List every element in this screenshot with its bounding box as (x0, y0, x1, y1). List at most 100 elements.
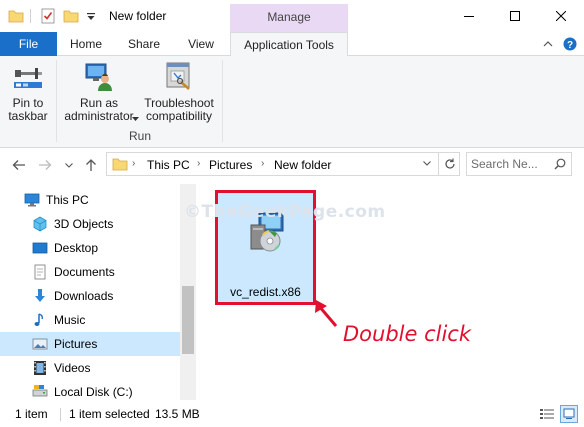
large-icons-view-icon (563, 408, 575, 419)
troubleshoot-compatibility-label: Troubleshoot compatibility (144, 96, 214, 123)
chevron-up-icon (543, 41, 553, 47)
sidebar-item-videos[interactable]: Videos (0, 356, 180, 380)
sidebar-item-pictures[interactable]: Pictures (0, 332, 180, 356)
pin-to-taskbar-button[interactable]: Pin to taskbar (4, 60, 52, 123)
address-bar[interactable]: › This PC › Pictures › New folder (106, 152, 460, 176)
selection-size: 13.5 MB (155, 407, 200, 421)
folder-icon[interactable] (8, 8, 24, 24)
run-as-administrator-button[interactable]: Run as administrator (60, 60, 139, 123)
annotation-label: Double click (343, 322, 472, 346)
selection-count: 1 item selected (69, 407, 150, 421)
maximize-button[interactable] (492, 0, 538, 32)
disk-icon (32, 384, 48, 400)
sidebar-item-music[interactable]: Music (0, 308, 180, 332)
ribbon-group-label: Run (128, 129, 151, 143)
title-bar: New folder Manage (0, 0, 584, 32)
annotation-arrow-icon (315, 300, 338, 327)
properties-check-icon[interactable] (40, 8, 56, 24)
breadcrumb-pictures[interactable]: Pictures (209, 158, 252, 172)
quick-access-divider (30, 9, 31, 23)
tab-file[interactable]: File (0, 32, 57, 56)
close-button[interactable] (538, 0, 584, 32)
collapse-ribbon-button[interactable] (540, 36, 556, 52)
new-folder-icon[interactable] (63, 8, 79, 24)
tab-home[interactable]: Home (60, 32, 112, 56)
run-as-administrator-label: Run as administrator (64, 96, 134, 123)
sidebar-item-label: This PC (46, 193, 89, 207)
status-divider (60, 408, 61, 421)
sidebar-item-label: Documents (54, 265, 115, 279)
sidebar-item-label: Pictures (54, 337, 98, 351)
scrollbar-thumb[interactable] (182, 286, 194, 354)
troubleshoot-icon (163, 60, 195, 92)
arrow-left-icon (12, 160, 25, 170)
cube-icon (32, 216, 48, 232)
item-count: 1 item (15, 407, 48, 421)
breadcrumb-separator-icon[interactable]: › (261, 158, 264, 169)
sidebar-item-desktop[interactable]: Desktop (0, 236, 180, 260)
sidebar-item-label: 3D Objects (54, 217, 114, 231)
address-row: › This PC › Pictures › New folder (0, 148, 584, 181)
help-button[interactable]: ? (562, 36, 578, 52)
ribbon-divider (222, 60, 223, 142)
tab-share[interactable]: Share (118, 32, 170, 56)
desktop-icon (32, 240, 48, 256)
maximize-icon (510, 11, 520, 21)
help-icon: ? (563, 37, 577, 51)
breadcrumb-separator-icon[interactable]: › (197, 158, 200, 169)
status-bar: 1 item 1 item selected 13.5 MB (0, 402, 584, 427)
breadcrumb-new-folder[interactable]: New folder (274, 158, 331, 172)
navigation-pane: This PC 3D Objects Desktop Documents Dow… (0, 184, 196, 400)
folder-icon (112, 157, 128, 174)
large-icons-view-button[interactable] (560, 405, 578, 423)
window-title: New folder (109, 9, 167, 23)
music-note-icon (32, 312, 48, 328)
download-arrow-icon (32, 288, 48, 304)
dropdown-arrow-icon (132, 117, 139, 121)
svg-text:?: ? (567, 40, 573, 51)
pictures-icon (32, 336, 48, 352)
breadcrumb-separator-icon[interactable]: › (132, 158, 135, 169)
watermark: ©TheGeekPage.com (184, 202, 386, 222)
computer-icon (24, 192, 40, 208)
search-box[interactable] (466, 152, 572, 176)
details-view-button[interactable] (538, 405, 556, 423)
address-dropdown-icon[interactable] (423, 158, 431, 168)
sidebar-item-label: Desktop (54, 241, 99, 255)
minimize-button[interactable] (446, 0, 492, 32)
sidebar-item-3d-objects[interactable]: 3D Objects (0, 212, 180, 236)
arrow-up-icon (86, 159, 96, 171)
chevron-down-icon (65, 162, 73, 168)
back-button[interactable] (10, 156, 28, 174)
tab-application-tools[interactable]: Application Tools (230, 32, 348, 57)
run-as-admin-icon (83, 60, 115, 92)
breadcrumb-this-pc[interactable]: This PC (147, 158, 190, 172)
search-icon[interactable] (554, 158, 566, 173)
pin-to-taskbar-label: Pin to taskbar (8, 96, 48, 123)
details-view-icon (540, 409, 554, 419)
refresh-icon (444, 158, 455, 169)
sidebar-item-this-pc[interactable]: This PC (0, 188, 180, 212)
sidebar-item-local-disk[interactable]: Local Disk (C:) (0, 380, 180, 404)
documents-icon (32, 264, 48, 280)
customize-toolbar-dropdown-icon[interactable] (86, 8, 96, 24)
pin-icon (12, 60, 44, 92)
ribbon-panel: Pin to taskbar Run as administrator Trou… (0, 56, 584, 148)
troubleshoot-compatibility-button[interactable]: Troubleshoot compatibility (140, 60, 218, 123)
refresh-button[interactable] (438, 152, 460, 176)
sidebar-item-label: Downloads (54, 289, 114, 303)
up-button[interactable] (82, 156, 100, 174)
recent-locations-button[interactable] (60, 156, 78, 174)
arrow-right-icon (39, 160, 52, 170)
sidebar-item-downloads[interactable]: Downloads (0, 284, 180, 308)
sidebar-item-documents[interactable]: Documents (0, 260, 180, 284)
tab-manage[interactable]: Manage (230, 4, 348, 32)
sidebar-item-label: Local Disk (C:) (54, 385, 133, 399)
tab-view[interactable]: View (175, 32, 227, 56)
close-icon (556, 11, 566, 21)
ribbon-tabs: File Home Share View Application Tools ? (0, 32, 584, 57)
film-icon (32, 360, 48, 376)
ribbon-divider (56, 60, 57, 142)
search-input[interactable] (471, 156, 551, 172)
forward-button[interactable] (36, 156, 54, 174)
